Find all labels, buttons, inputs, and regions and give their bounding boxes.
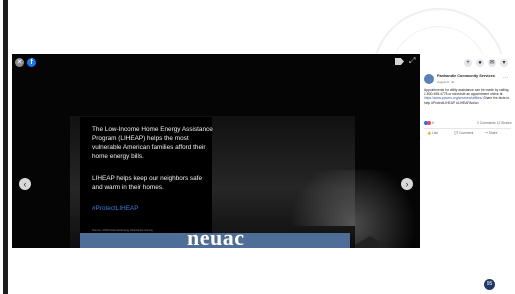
like-button[interactable]: 👍 Like [427, 131, 438, 135]
card-paragraph-2: LIHEAP helps keep our neighbors safe and… [92, 175, 203, 191]
slide-page-number: 95 [484, 279, 495, 290]
comments-shares-count[interactable]: 2 Comments 12 Shares [477, 121, 512, 125]
card-paragraph-1: The Low-Income Home Energy Assistance Pr… [92, 126, 213, 160]
like-icon: 👍 [427, 131, 432, 135]
previous-photo-button[interactable]: ‹ [19, 178, 31, 190]
divider [424, 128, 511, 129]
neuac-banner: neuac [80, 225, 350, 248]
page-avatar[interactable] [424, 74, 434, 84]
menu-icon[interactable]: ● [476, 59, 484, 67]
comment-button[interactable]: 💬 Comment [454, 131, 473, 135]
account-menu-icon[interactable]: ▾ [500, 59, 508, 67]
share-icon: ↪ [485, 131, 488, 135]
close-icon[interactable]: ✕ [15, 58, 24, 67]
post-body: Appointments for utility assistance can … [424, 88, 509, 97]
love-reaction-icon [427, 121, 431, 125]
expand-icon[interactable]: ⤢ [409, 57, 417, 65]
create-icon[interactable]: + [464, 59, 472, 67]
liheap-text-card: The Low-Income Home Energy Assistance Pr… [80, 117, 213, 233]
messenger-icon[interactable]: ✉ [488, 59, 496, 67]
like-label: Like [432, 131, 439, 135]
slide-left-border [3, 0, 8, 294]
post-text: Appointments for utility assistance can … [424, 88, 511, 105]
post-date[interactable]: August 9 · ⊕ [437, 80, 454, 84]
card-hashtag: #ProtectLIHEAP [92, 205, 139, 212]
next-photo-button[interactable]: › [401, 178, 413, 190]
more-options-icon[interactable]: ··· [503, 76, 508, 81]
comment-label: Comment [459, 131, 474, 135]
comment-icon: 💬 [454, 131, 459, 135]
facebook-photo-viewer: The Low-Income Home Energy Assistance Pr… [12, 54, 420, 248]
page-name-link[interactable]: Panhandle Community Services [437, 74, 495, 78]
post-side-panel: + ● ✉ ▾ Panhandle Community Services Aug… [421, 54, 513, 248]
facebook-logo-icon[interactable]: f [27, 58, 36, 67]
reaction-count[interactable]: 5 [432, 121, 434, 125]
reactions-icon[interactable] [424, 121, 431, 125]
share-button[interactable]: ↪ Share [485, 131, 498, 135]
share-label: Share [488, 131, 498, 135]
card-source: Source: 2018 National Energy Assistance … [92, 228, 153, 232]
tag-icon[interactable] [395, 58, 404, 65]
neuac-logo-text: neuac [187, 225, 245, 248]
